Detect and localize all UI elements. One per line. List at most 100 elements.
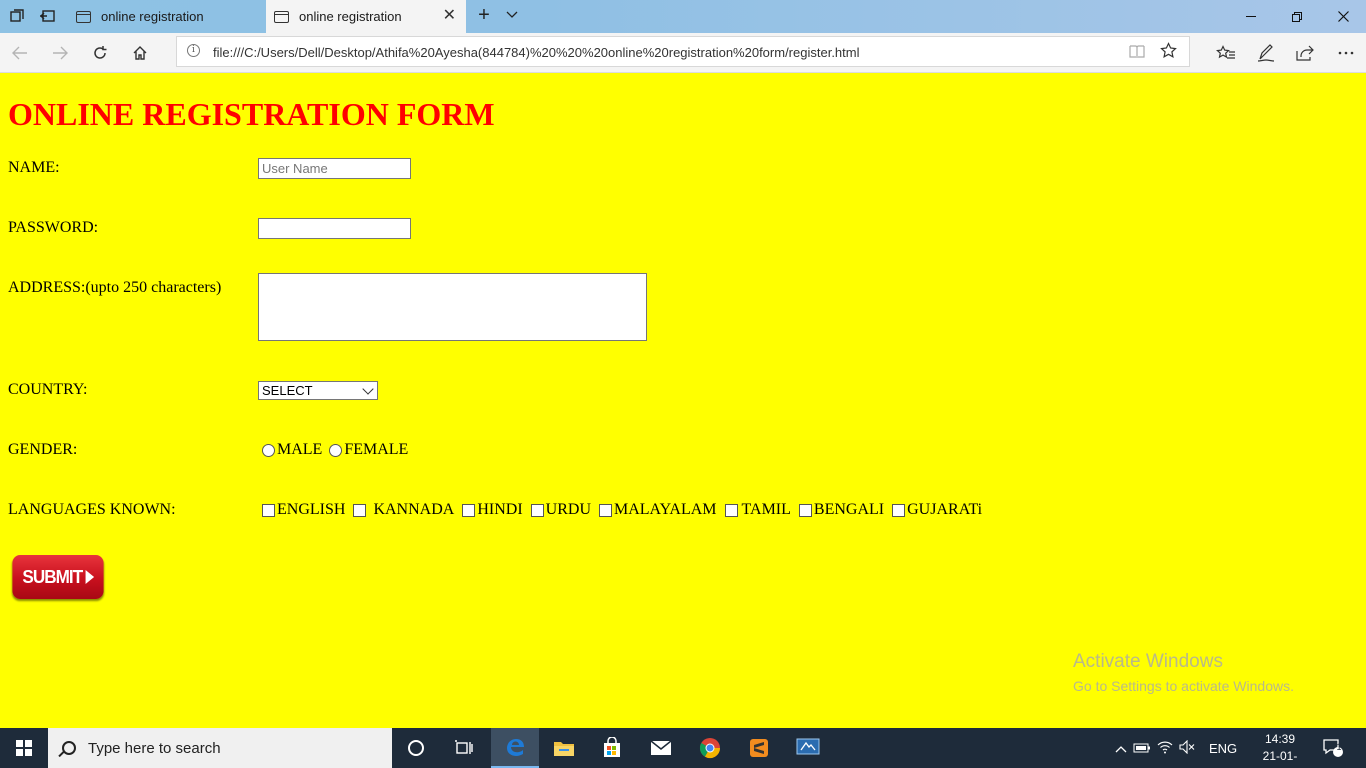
- watermark-title: Activate Windows: [1073, 651, 1223, 672]
- favorites-hub-icon[interactable]: [1214, 41, 1238, 65]
- submit-label: SUBMIT: [22, 566, 83, 587]
- close-tab-icon[interactable]: ✕: [443, 8, 456, 24]
- languages-options: ENGLISH KANNADA HINDI URDU MALAYALAM TAM…: [262, 501, 990, 519]
- taskbar-clock[interactable]: 14:39 21-01-2020: [1250, 731, 1310, 768]
- browser-tab-bar: online registration online registration …: [0, 0, 1366, 33]
- gujarati-label: GUJARATi: [907, 501, 983, 518]
- country-selected-value: SELECT: [262, 383, 313, 398]
- chevron-up-icon[interactable]: [1115, 741, 1129, 756]
- forward-icon[interactable]: [48, 41, 72, 65]
- info-icon[interactable]: i: [187, 44, 200, 57]
- refresh-icon[interactable]: [88, 41, 112, 65]
- language-option-gujarati[interactable]: GUJARATi: [892, 501, 990, 519]
- name-input[interactable]: [258, 158, 411, 179]
- gender-label: GENDER:: [8, 441, 78, 458]
- female-label: FEMALE: [344, 441, 409, 458]
- gender-options: MALE FEMALE: [262, 441, 416, 459]
- microsoft-store-icon[interactable]: [588, 728, 636, 768]
- browser-nav-bar: i file:///C:/Users/Dell/Desktop/Athifa%2…: [0, 33, 1366, 73]
- language-option-malayalam[interactable]: MALAYALAM: [599, 501, 725, 519]
- language-option-bengali[interactable]: BENGALI: [798, 501, 892, 519]
- page-icon: [274, 10, 289, 23]
- pen-notes-icon[interactable]: [1254, 41, 1278, 65]
- set-aside-tabs-icon[interactable]: [38, 7, 56, 25]
- task-view-icon[interactable]: [440, 728, 488, 768]
- battery-icon[interactable]: [1133, 741, 1157, 756]
- start-button[interactable]: [0, 728, 48, 768]
- mail-icon[interactable]: [637, 728, 685, 768]
- search-icon: [62, 741, 76, 755]
- english-checkbox[interactable]: [262, 503, 275, 517]
- password-label: PASSWORD:: [8, 219, 99, 236]
- chevron-down-icon[interactable]: [506, 8, 518, 22]
- gender-option-male[interactable]: MALE: [262, 441, 329, 459]
- file-explorer-icon[interactable]: [540, 728, 588, 768]
- kannada-checkbox[interactable]: [353, 503, 367, 517]
- chrome-icon[interactable]: [686, 728, 734, 768]
- sublime-text-icon[interactable]: [735, 728, 783, 768]
- back-icon[interactable]: [8, 41, 32, 65]
- activate-windows-watermark: Activate Windows Go to Settings to activ…: [1073, 651, 1294, 694]
- english-label: ENGLISH: [277, 501, 346, 518]
- address-textarea[interactable]: [258, 273, 647, 341]
- tamil-label: TAMIL: [741, 501, 791, 518]
- share-icon[interactable]: [1293, 41, 1317, 65]
- clock-time: 14:39: [1264, 732, 1296, 746]
- cortana-icon[interactable]: [392, 728, 440, 768]
- password-input[interactable]: [258, 218, 411, 239]
- input-language[interactable]: ENG: [1209, 741, 1237, 756]
- watermark-subtitle: Go to Settings to activate Windows.: [1073, 678, 1294, 694]
- country-select[interactable]: SELECT: [258, 381, 378, 400]
- languages-label: LANGUAGES KNOWN:: [8, 501, 176, 518]
- language-option-kannada[interactable]: KANNADA: [353, 501, 462, 519]
- minimize-icon[interactable]: [1228, 0, 1274, 33]
- new-tab-icon[interactable]: +: [474, 4, 494, 27]
- hindi-checkbox[interactable]: [462, 503, 476, 517]
- clock-date: 21-01-2020: [1262, 749, 1298, 768]
- tamil-checkbox[interactable]: [724, 503, 738, 517]
- submit-button[interactable]: SUBMIT: [12, 555, 104, 599]
- language-option-english[interactable]: ENGLISH: [262, 501, 353, 519]
- reading-view-icon[interactable]: [1129, 45, 1145, 62]
- tab-online-registration-2[interactable]: online registration ✕: [266, 0, 466, 33]
- gujarati-checkbox[interactable]: [892, 503, 906, 517]
- favorite-star-icon[interactable]: [1160, 42, 1177, 64]
- remote-desktop-icon[interactable]: [784, 728, 832, 768]
- urdu-checkbox[interactable]: [530, 503, 544, 517]
- tab-manager-icon[interactable]: [8, 7, 26, 25]
- wifi-icon[interactable]: [1157, 740, 1179, 757]
- edge-browser-icon[interactable]: [491, 728, 539, 768]
- tab-online-registration-1[interactable]: online registration: [66, 0, 264, 33]
- language-option-tamil[interactable]: TAMIL: [724, 501, 799, 519]
- country-label: COUNTRY:: [8, 381, 88, 398]
- page-icon: [76, 10, 91, 23]
- home-icon[interactable]: [128, 41, 152, 65]
- notification-center-icon[interactable]: 1: [1322, 728, 1344, 768]
- search-placeholder: Type here to search: [88, 739, 221, 757]
- malayalam-checkbox[interactable]: [599, 503, 612, 517]
- female-radio[interactable]: [329, 443, 343, 457]
- male-radio[interactable]: [262, 443, 275, 457]
- system-tray: ENG: [1115, 728, 1237, 768]
- bengali-checkbox[interactable]: [798, 503, 812, 517]
- chevron-down-icon: [362, 383, 374, 395]
- kannada-label: KANNADA: [373, 501, 455, 518]
- language-option-urdu[interactable]: URDU: [530, 501, 599, 519]
- restore-icon[interactable]: [1274, 0, 1320, 33]
- page-title: ONLINE REGISTRATION FORM: [8, 96, 495, 132]
- more-options-icon[interactable]: [1334, 41, 1358, 65]
- address-bar[interactable]: i file:///C:/Users/Dell/Desktop/Athifa%2…: [176, 36, 1190, 67]
- name-label: NAME:: [8, 159, 60, 176]
- url-text[interactable]: file:///C:/Users/Dell/Desktop/Athifa%20A…: [213, 45, 859, 60]
- page-content: ONLINE REGISTRATION FORM NAME: PASSWORD:…: [0, 74, 1366, 728]
- taskbar-search-box[interactable]: Type here to search: [48, 728, 392, 768]
- gender-option-female[interactable]: FEMALE: [329, 441, 416, 459]
- address-label: ADDRESS:(upto 250 characters): [8, 279, 222, 296]
- language-option-hindi[interactable]: HINDI: [462, 501, 530, 519]
- play-arrow-icon: [85, 570, 94, 584]
- close-window-icon[interactable]: [1320, 0, 1366, 33]
- bengali-label: BENGALI: [813, 501, 885, 518]
- volume-muted-icon[interactable]: [1179, 739, 1201, 757]
- hindi-label: HINDI: [477, 501, 523, 518]
- windows-taskbar: Type here to search ENG 14:39 21-01- 1: [0, 728, 1366, 768]
